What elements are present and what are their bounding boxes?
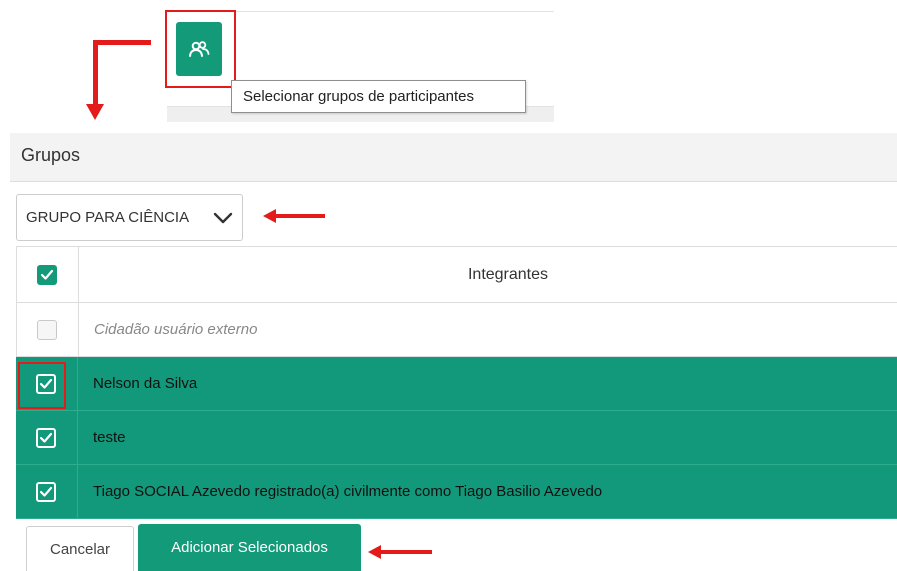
member-name: teste bbox=[93, 429, 126, 446]
member-name: Nelson da Silva bbox=[93, 375, 198, 392]
group-select-value: GRUPO PARA CIÊNCIA bbox=[26, 209, 190, 226]
member-name: Tiago SOCIAL Azevedo registrado(a) civil… bbox=[93, 483, 603, 500]
table-row[interactable]: teste bbox=[16, 411, 897, 465]
annotation-arrow-shaft bbox=[378, 550, 432, 554]
table-header-row: Integrantes bbox=[16, 246, 897, 303]
select-all-checkbox[interactable] bbox=[37, 264, 57, 285]
chevron-down-icon bbox=[213, 212, 233, 224]
row-checkbox[interactable] bbox=[37, 319, 57, 340]
member-name: Cidadão usuário externo bbox=[94, 321, 258, 338]
group-select[interactable]: GRUPO PARA CIÊNCIA bbox=[16, 194, 243, 241]
check-icon bbox=[40, 269, 54, 280]
column-header-integrantes: Integrantes bbox=[467, 265, 549, 283]
table-row[interactable]: Nelson da Silva bbox=[16, 357, 897, 411]
table-row[interactable]: Tiago SOCIAL Azevedo registrado(a) civil… bbox=[16, 465, 897, 519]
row-checkbox[interactable] bbox=[36, 481, 56, 502]
members-table: Integrantes Cidadão usuário externo Nels… bbox=[16, 246, 897, 519]
check-icon bbox=[39, 486, 53, 497]
row-checkbox[interactable] bbox=[36, 427, 56, 448]
cancel-button[interactable]: Cancelar bbox=[26, 526, 134, 571]
annotation-arrow bbox=[93, 40, 151, 45]
annotation-arrow bbox=[368, 545, 432, 559]
annotation-highlight bbox=[18, 362, 66, 409]
tooltip: Selecionar grupos de participantes bbox=[231, 80, 526, 113]
annotation-arrow bbox=[263, 209, 325, 223]
row-check-cell bbox=[16, 465, 78, 518]
annotation-arrow-head bbox=[86, 104, 104, 120]
check-icon bbox=[39, 432, 53, 443]
add-selected-button[interactable]: Adicionar Selecionados bbox=[138, 524, 361, 571]
select-all-cell bbox=[17, 247, 79, 302]
annotation-arrow-shaft bbox=[273, 214, 325, 218]
annotation-arrow bbox=[93, 40, 98, 110]
groups-panel: Grupos GRUPO PARA CIÊNCIA Integrantes Ci… bbox=[10, 133, 897, 571]
row-check-cell bbox=[17, 303, 79, 356]
row-check-cell bbox=[16, 411, 78, 464]
divider bbox=[235, 11, 554, 12]
table-row[interactable]: Cidadão usuário externo bbox=[16, 303, 897, 357]
panel-title: Grupos bbox=[10, 133, 897, 182]
annotation-highlight bbox=[165, 10, 236, 88]
